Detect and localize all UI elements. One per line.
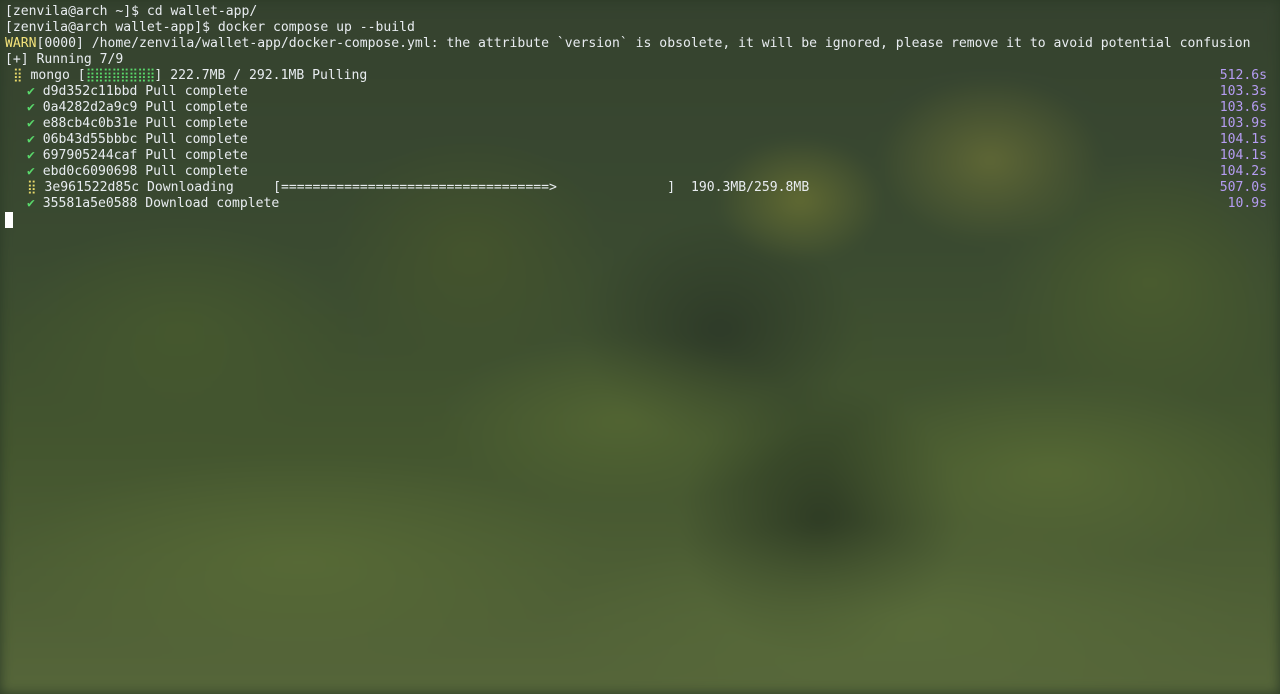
download-progress-bar: [==================================> ]	[273, 180, 676, 195]
status-text: Pulling	[312, 68, 368, 83]
check-icon: ✔	[27, 100, 35, 115]
check-icon: ✔	[27, 148, 35, 163]
layer-status: Pull complete	[145, 100, 248, 115]
terminal-line-warning: WARN[0000] /home/zenvila/wallet-app/dock…	[5, 36, 1275, 52]
text-cursor[interactable]	[5, 212, 13, 228]
progress-bar: ⣿⣿⣿⣿⣿⣿⣿⣿	[85, 68, 156, 83]
service-name: mongo	[30, 68, 70, 83]
elapsed-time: 104.2s	[1219, 164, 1267, 179]
mongo-pull-row: ⣿ mongo [⣿⣿⣿⣿⣿⣿⣿⣿] 222.7MB / 292.1MB Pul…	[5, 68, 1275, 84]
layer-downloading-row: ⣿ 3e961522d85c Downloading [============…	[5, 180, 1275, 196]
layer-row: ✔ 06b43d55bbbc Pull complete 104.1s	[5, 132, 1275, 148]
layer-status: Pull complete	[145, 116, 248, 131]
prompt-line[interactable]	[5, 212, 1275, 228]
layer-id: 35581a5e0588	[42, 196, 138, 211]
elapsed-time: 507.0s	[1219, 180, 1267, 195]
layer-status: Download complete	[145, 196, 280, 211]
terminal-window[interactable]: [zenvila@arch ~]$ cd wallet-app/ [zenvil…	[0, 0, 1280, 694]
check-icon: ✔	[27, 84, 35, 99]
layer-id: ebd0c6090698	[42, 164, 138, 179]
check-icon: ✔	[27, 164, 35, 179]
spinner-icon: ⣿	[27, 180, 37, 195]
layer-row: ✔ 35581a5e0588 Download complete 10.9s	[5, 196, 1275, 212]
command-text: [zenvila@arch ~]$ cd wallet-app/	[5, 4, 258, 19]
layer-id: 3e961522d85c	[44, 180, 140, 195]
layer-id: 06b43d55bbbc	[42, 132, 138, 147]
download-progress-text: 190.3MB/259.8MB	[690, 180, 810, 195]
elapsed-time: 104.1s	[1219, 148, 1267, 163]
progress-text: 222.7MB / 292.1MB	[170, 68, 305, 83]
bar-open: [	[77, 68, 86, 83]
command-text: [zenvila@arch wallet-app]$ docker compos…	[5, 20, 415, 35]
spinner-icon: ⣿	[13, 68, 23, 83]
layer-status: Pull complete	[145, 84, 248, 99]
elapsed-time: 103.3s	[1219, 84, 1267, 99]
elapsed-time: 10.9s	[1227, 196, 1267, 211]
bar-close: ]	[154, 68, 163, 83]
check-icon: ✔	[27, 196, 35, 211]
warning-text: [0000] /home/zenvila/wallet-app/docker-c…	[36, 36, 1251, 51]
layer-status: Pull complete	[145, 164, 248, 179]
layer-id: d9d352c11bbd	[42, 84, 138, 99]
elapsed-time: 104.1s	[1219, 132, 1267, 147]
layer-row: ✔ d9d352c11bbd Pull complete 103.3s	[5, 84, 1275, 100]
check-icon: ✔	[27, 116, 35, 131]
elapsed-time: 103.6s	[1219, 100, 1267, 115]
layer-row: ✔ ebd0c6090698 Pull complete 104.2s	[5, 164, 1275, 180]
layer-row: ✔ e88cb4c0b31e Pull complete 103.9s	[5, 116, 1275, 132]
layer-status: Downloading	[146, 180, 234, 195]
elapsed-time: 103.9s	[1219, 116, 1267, 131]
terminal-line-running: [+] Running 7/9	[5, 52, 1275, 68]
terminal-line-cd: [zenvila@arch ~]$ cd wallet-app/	[5, 4, 1275, 20]
layer-row: ✔ 0a4282d2a9c9 Pull complete 103.6s	[5, 100, 1275, 116]
check-icon: ✔	[27, 132, 35, 147]
layer-row: ✔ 697905244caf Pull complete 104.1s	[5, 148, 1275, 164]
layer-id: e88cb4c0b31e	[42, 116, 138, 131]
layer-status: Pull complete	[145, 148, 248, 163]
terminal-line-compose: [zenvila@arch wallet-app]$ docker compos…	[5, 20, 1275, 36]
running-status: [+] Running 7/9	[5, 52, 124, 67]
elapsed-time: 512.6s	[1219, 68, 1267, 83]
warn-tag: WARN	[5, 36, 37, 51]
layer-id: 0a4282d2a9c9	[42, 100, 138, 115]
layer-status: Pull complete	[145, 132, 248, 147]
layer-id: 697905244caf	[42, 148, 138, 163]
